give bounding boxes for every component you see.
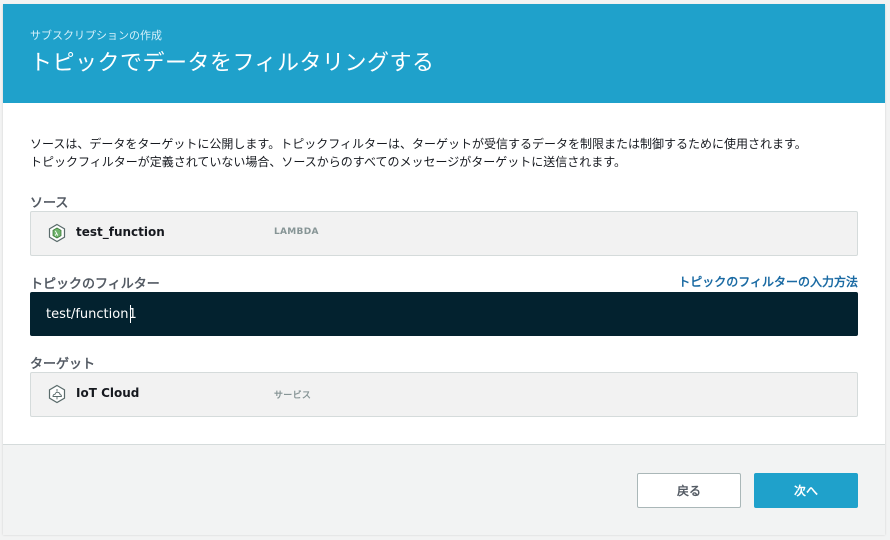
page-eyebrow: サブスクリプションの作成 bbox=[30, 29, 162, 42]
lambda-icon bbox=[48, 223, 66, 243]
create-subscription-card: サブスクリプションの作成 トピックでデータをフィルタリングする ソースは、データ… bbox=[3, 4, 885, 535]
source-name: test_function bbox=[76, 225, 165, 239]
target-box: IoT Cloud サービス bbox=[30, 372, 858, 417]
page-header: サブスクリプションの作成 トピックでデータをフィルタリングする bbox=[3, 4, 885, 103]
description-line-2: トピックフィルターが定義されていない場合、ソースからのすべてのメッセージがターゲ… bbox=[30, 155, 627, 169]
footer-bar: 戻る 次へ bbox=[3, 444, 885, 535]
back-button[interactable]: 戻る bbox=[637, 473, 741, 508]
iot-cloud-icon bbox=[48, 384, 66, 404]
source-label: ソース bbox=[30, 196, 69, 211]
page-title: トピックでデータをフィルタリングする bbox=[30, 51, 435, 76]
source-type: LAMBDA bbox=[274, 227, 319, 237]
source-box: test_function LAMBDA bbox=[30, 211, 858, 256]
topic-filter-input[interactable] bbox=[30, 292, 858, 336]
topic-filter-label: トピックのフィルター bbox=[30, 277, 160, 292]
target-name: IoT Cloud bbox=[76, 386, 140, 400]
description: ソースは、データをターゲットに公開します。トピックフィルターは、ターゲットが受信… bbox=[30, 135, 860, 171]
next-button[interactable]: 次へ bbox=[754, 473, 858, 508]
text-cursor bbox=[130, 305, 131, 323]
description-line-1: ソースは、データをターゲットに公開します。トピックフィルターは、ターゲットが受信… bbox=[30, 137, 807, 151]
target-type: サービス bbox=[274, 391, 312, 401]
target-label: ターゲット bbox=[30, 357, 96, 372]
topic-filter-help-link[interactable]: トピックのフィルターの入力方法 bbox=[678, 273, 858, 290]
